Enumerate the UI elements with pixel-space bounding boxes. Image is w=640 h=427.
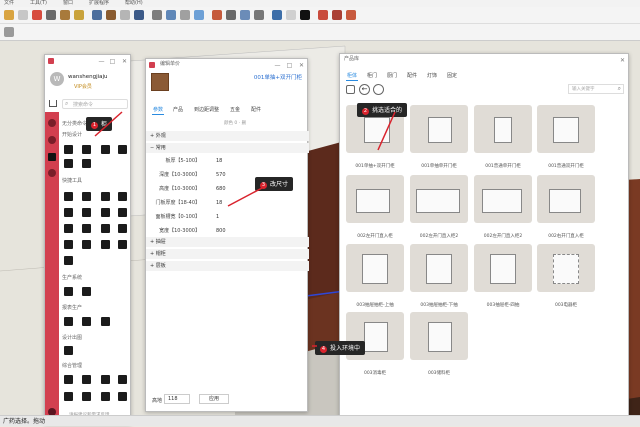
status-text: 广药选择。拖动: [3, 418, 46, 425]
status-bar: 广药选择。拖动: [0, 415, 640, 426]
arrow-3: [227, 187, 263, 207]
annotation-arrows: [94, 111, 396, 347]
arrow-1: [94, 111, 123, 137]
arrow-2: [377, 111, 396, 151]
